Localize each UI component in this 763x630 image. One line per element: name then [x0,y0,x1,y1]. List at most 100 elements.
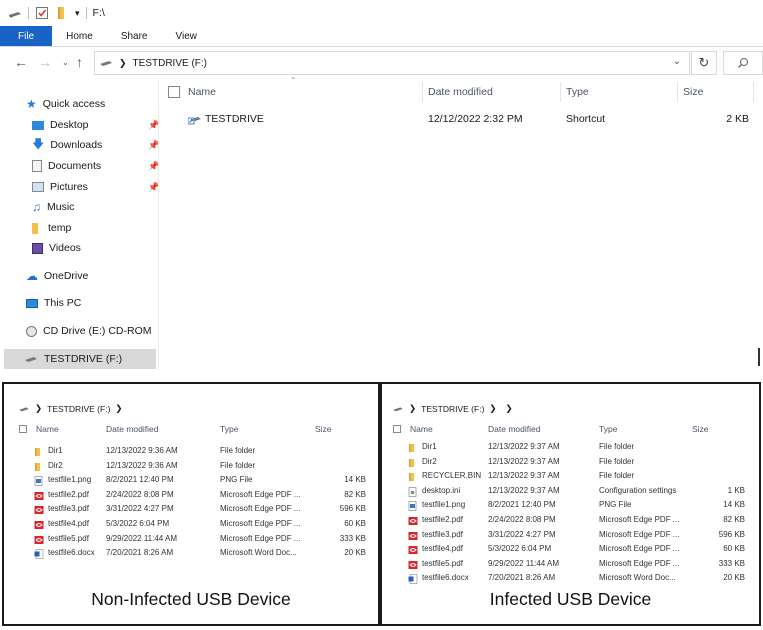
table-row[interactable]: testfile3.pdf 3/31/2022 4:27 PM Microsoft … [4,504,378,518]
column-header-date[interactable]: Date modified [106,424,158,434]
sidebar-item-this-pc[interactable]: This PC [26,294,81,312]
table-row[interactable]: testfile6.docx 7/20/2021 8:26 AM Microsoft… [382,573,759,587]
file-name[interactable]: testfile6.docx [422,573,469,582]
file-name[interactable]: testfile4.pdf [48,519,89,528]
sidebar-item-temp[interactable]: temp [32,219,71,237]
table-row[interactable]: Dir1 12/13/2022 9:37 AM File folder [382,442,759,456]
sidebar-item-pictures[interactable]: Pictures 📌 [32,178,159,196]
recent-locations-icon[interactable]: ⌄ [62,58,69,67]
file-type: Configuration settings [599,485,677,495]
title-bar: ▾ F:\ [0,0,763,26]
file-name[interactable]: testfile3.pdf [48,504,89,513]
column-header-size[interactable]: Size [315,424,332,434]
address-bar[interactable]: ❯ TESTDRIVE (F:) ⌄ [94,51,690,75]
column-header-date[interactable]: Date modified [428,82,493,102]
table-row[interactable]: testfile5.pdf 9/29/2022 11:44 AM Microsoft… [4,534,378,548]
sidebar-item-quick-access[interactable]: ★ Quick access [26,95,105,113]
sidebar-item-documents[interactable]: Documents 📌 [32,157,159,175]
tab-share[interactable]: Share [107,26,162,46]
sidebar-item-videos[interactable]: Videos [32,239,81,257]
file-size: 333 KB [339,533,366,543]
file-name[interactable]: TESTDRIVE [205,110,264,128]
search-box[interactable] [723,51,763,75]
new-folder-icon[interactable] [55,6,69,20]
word-doc-icon [34,549,44,561]
pdf-icon [34,520,44,532]
sidebar-item-desktop[interactable]: Desktop 📌 [32,116,159,134]
file-name[interactable]: testfile5.pdf [48,534,89,543]
file-type: File folder [599,442,635,451]
file-date: 12/13/2022 9:37 AM [488,442,560,451]
column-header-type[interactable]: Type [220,424,238,434]
column-header-name[interactable]: Name [36,424,59,434]
tab-view[interactable]: View [162,26,212,46]
properties-check-icon[interactable] [35,6,49,20]
pdf-icon [34,491,44,503]
file-name[interactable]: testfile1.png [48,475,91,484]
column-header-size[interactable]: Size [683,82,703,102]
column-select-all[interactable] [168,82,180,102]
select-all-checkbox[interactable] [168,86,180,98]
file-name[interactable]: desktop.ini [422,486,460,495]
file-name[interactable]: testfile6.docx [48,548,95,557]
file-name[interactable]: testfile1.png [422,500,465,509]
file-date: 12/12/2022 2:32 PM [428,113,523,125]
forward-arrow-icon[interactable]: → [38,54,52,70]
breadcrumb[interactable]: TESTDRIVE (F:) [421,404,484,414]
address-dropdown-icon[interactable]: ⌄ [673,56,681,67]
select-all-checkbox[interactable] [19,425,27,435]
file-name[interactable]: testfile2.pdf [422,515,463,524]
cloud-icon: ☁ [26,269,38,283]
table-row[interactable]: Dir2 12/13/2022 9:37 AM File folder [382,457,759,471]
select-all-checkbox[interactable] [393,425,401,435]
column-header-type[interactable]: Type [599,424,617,434]
sidebar-item-onedrive[interactable]: ☁ OneDrive [26,267,88,285]
breadcrumb[interactable]: TESTDRIVE (F:) [133,58,207,69]
up-arrow-icon[interactable]: ↑ [76,54,83,70]
back-arrow-icon[interactable]: ← [14,54,28,70]
panel-caption: Non-Infected USB Device [91,589,291,609]
table-row[interactable]: testfile2.pdf 2/24/2022 8:08 PM Microsoft … [382,515,759,529]
file-name[interactable]: testfile2.pdf [48,490,89,499]
column-header-name[interactable]: Name [410,424,433,434]
table-row[interactable]: testfile2.pdf 2/24/2022 8:08 PM Microsoft … [4,490,378,504]
file-name[interactable]: Dir2 [48,461,63,470]
file-name[interactable]: testfile3.pdf [422,530,463,539]
table-row[interactable]: testfile5.pdf 9/29/2022 11:44 AM Microsoft… [382,559,759,573]
table-row[interactable]: Dir2 12/13/2022 9:36 AM File folder [4,461,378,475]
sidebar-item-testdrive[interactable]: TESTDRIVE (F:) [24,350,122,368]
navigation-pane: ★ Quick access Desktop 📌 🡇 Downloads 📌 D… [0,90,159,370]
file-name[interactable]: Dir1 [48,446,63,455]
table-row[interactable]: testfile1.png 8/2/2021 12:40 PM PNG File 14… [4,475,378,489]
table-row[interactable]: testfile4.pdf 5/3/2022 6:04 PM Microsoft E… [382,544,759,558]
sidebar-item-downloads[interactable]: 🡇 Downloads 📌 [32,136,159,154]
refresh-button[interactable]: ↻ [691,51,717,75]
column-header-name[interactable]: Name [188,82,216,102]
table-row[interactable]: Dir1 12/13/2022 9:36 AM File folder [4,446,378,460]
file-row-icon[interactable] [188,110,202,128]
file-date: 12/13/2022 9:37 AM [488,485,560,495]
table-row[interactable]: testfile4.pdf 5/3/2022 6:04 PM Microsoft E… [4,519,378,533]
table-row[interactable]: testfile3.pdf 3/31/2022 4:27 PM Microsoft … [382,530,759,544]
table-row[interactable]: testfile6.docx 7/20/2021 8:26 AM Microsoft… [4,548,378,562]
column-header-date[interactable]: Date modified [488,424,540,434]
sidebar-item-music[interactable]: ♫ Music [32,198,74,216]
quick-access-dropdown-icon[interactable]: ▾ [75,8,80,19]
file-date: 7/20/2021 8:26 AM [488,573,556,583]
file-name[interactable]: testfile4.pdf [422,544,463,553]
file-name[interactable]: Dir1 [422,442,437,451]
table-row[interactable]: desktop.ini 12/13/2022 9:37 AM Configurati… [382,486,759,500]
breadcrumb[interactable]: TESTDRIVE (F:) [47,404,110,414]
sidebar-item-cd-drive[interactable]: CD Drive (E:) CD-ROM [26,322,152,340]
file-name[interactable]: testfile5.pdf [422,559,463,568]
column-header-size[interactable]: Size [692,424,709,434]
refresh-icon: ↻ [698,55,710,70]
file-name[interactable]: RECYCLER.BIN [422,471,481,480]
file-type: Microsoft Word Doc... [599,573,676,583]
tab-home[interactable]: Home [52,26,107,46]
column-header-type[interactable]: Type [566,82,589,102]
tab-file[interactable]: File [0,26,53,46]
table-row[interactable]: RECYCLER.BIN 12/13/2022 9:37 AM File folde… [382,471,759,485]
file-name[interactable]: Dir2 [422,457,437,466]
table-row[interactable]: testfile1.png 8/2/2021 12:40 PM PNG File 14… [382,500,759,514]
